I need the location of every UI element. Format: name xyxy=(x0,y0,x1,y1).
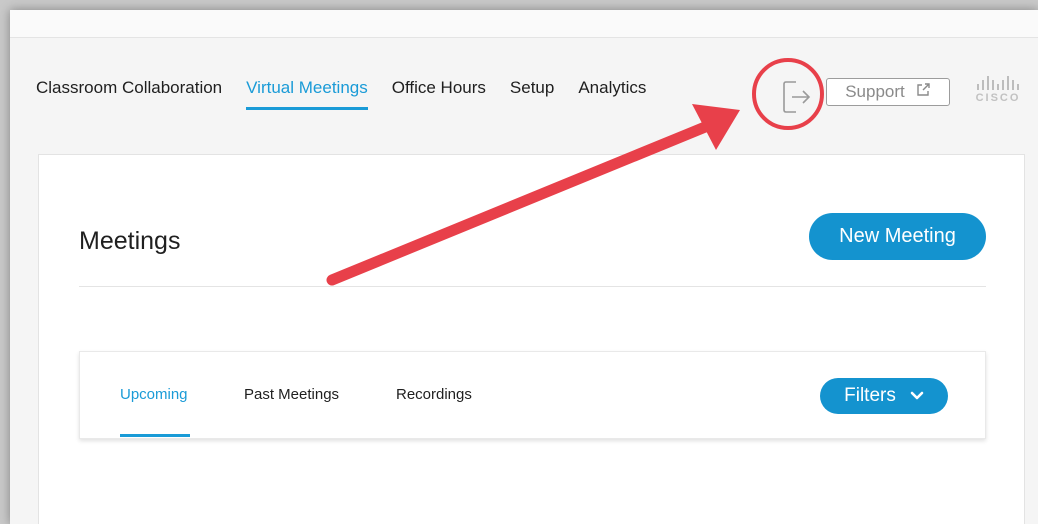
meeting-tabs-panel: Upcoming Past Meetings Recordings Filter… xyxy=(79,351,986,439)
main-nav: Classroom Collaboration Virtual Meetings… xyxy=(36,78,670,132)
nav-item-setup[interactable]: Setup xyxy=(510,78,554,120)
nav-item-classroom-collaboration[interactable]: Classroom Collaboration xyxy=(36,78,222,120)
header-divider xyxy=(79,286,986,287)
external-link-icon xyxy=(915,82,931,103)
tab-recordings[interactable]: Recordings xyxy=(396,386,472,403)
nav-item-analytics[interactable]: Analytics xyxy=(578,78,646,120)
support-label: Support xyxy=(845,82,905,101)
support-button[interactable]: Support xyxy=(826,78,950,106)
cisco-logo-bars xyxy=(968,76,1028,90)
top-divider xyxy=(10,37,1038,38)
meetings-card: Meetings New Meeting Upcoming Past Meeti… xyxy=(38,154,1025,524)
logout-icon[interactable] xyxy=(782,80,812,114)
cisco-logo-text: CISCO xyxy=(975,92,1021,104)
app-window: Classroom Collaboration Virtual Meetings… xyxy=(10,10,1038,524)
chevron-down-icon xyxy=(910,385,924,407)
active-tab-underline xyxy=(120,434,190,437)
tab-past-meetings[interactable]: Past Meetings xyxy=(244,386,339,403)
nav-item-virtual-meetings[interactable]: Virtual Meetings xyxy=(246,78,368,120)
new-meeting-button[interactable]: New Meeting xyxy=(809,213,986,260)
filters-label: Filters xyxy=(844,385,896,406)
page-title: Meetings xyxy=(79,227,181,255)
filters-button[interactable]: Filters xyxy=(820,378,948,414)
browser-top-area xyxy=(10,10,1038,37)
nav-item-office-hours[interactable]: Office Hours xyxy=(392,78,486,120)
cisco-logo: CISCO xyxy=(968,76,1028,110)
tab-upcoming[interactable]: Upcoming xyxy=(120,386,188,403)
